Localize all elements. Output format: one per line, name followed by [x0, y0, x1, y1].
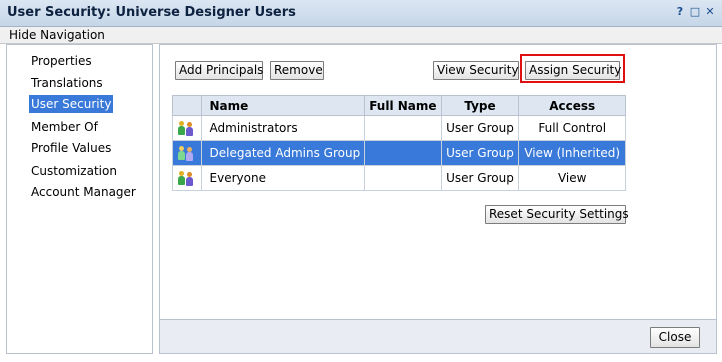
user-group-icon	[172, 140, 202, 166]
maximize-icon[interactable]: □	[689, 5, 701, 18]
cell-access: View	[518, 165, 626, 191]
sidebar-item-translations[interactable]: Translations	[29, 74, 105, 92]
principals-table: Name Full Name Type Access Administrator…	[172, 95, 626, 191]
cell-type: User Group	[440, 165, 520, 191]
column-header-full-name[interactable]: Full Name	[364, 95, 442, 116]
column-header-type[interactable]: Type	[440, 95, 520, 116]
table-header-row: Name Full Name Type Access	[172, 95, 626, 116]
dialog-footer: Close	[160, 319, 716, 353]
help-icon[interactable]: ?	[674, 5, 686, 18]
close-button[interactable]: Close	[650, 327, 700, 348]
cell-full-name	[364, 140, 442, 166]
column-header-access[interactable]: Access	[518, 95, 626, 116]
highlight-box	[520, 54, 625, 83]
sidebar-item-member-of[interactable]: Member Of	[29, 118, 100, 136]
cell-full-name	[364, 165, 442, 191]
user-group-icon	[172, 115, 202, 141]
table-row[interactable]: Delegated Admins Group User Group View (…	[172, 140, 626, 166]
cell-type: User Group	[440, 115, 520, 141]
main-panel: Close	[159, 44, 717, 354]
cell-name: Administrators	[200, 115, 366, 141]
sidebar-item-customization[interactable]: Customization	[29, 162, 119, 180]
sidebar-item-user-security[interactable]: User Security	[29, 95, 114, 113]
cell-name: Delegated Admins Group	[200, 140, 366, 166]
column-header-name[interactable]: Name	[200, 95, 366, 116]
cell-full-name	[364, 115, 442, 141]
user-group-icon	[172, 165, 202, 191]
table-row[interactable]: Everyone User Group View	[172, 165, 626, 191]
add-principals-button[interactable]: Add Principals	[175, 61, 263, 80]
window-title: User Security: Universe Designer Users	[7, 5, 296, 20]
column-header-icon	[172, 95, 202, 116]
cell-access: View (Inherited)	[518, 140, 626, 166]
hide-navigation-link[interactable]: Hide Navigation	[9, 28, 105, 42]
sidebar-item-properties[interactable]: Properties	[29, 52, 94, 70]
cell-type: User Group	[440, 140, 520, 166]
table-row[interactable]: Administrators User Group Full Control	[172, 115, 626, 141]
window-controls: ? □ ✕	[674, 5, 716, 18]
sidebar: Properties Translations User Security Me…	[6, 44, 153, 354]
sidebar-item-profile-values[interactable]: Profile Values	[29, 139, 113, 157]
cell-access: Full Control	[518, 115, 626, 141]
close-window-icon[interactable]: ✕	[704, 5, 716, 18]
sidebar-item-account-manager[interactable]: Account Manager	[29, 183, 138, 201]
remove-button[interactable]: Remove	[270, 61, 324, 80]
reset-security-settings-button[interactable]: Reset Security Settings	[485, 205, 629, 224]
view-security-button[interactable]: View Security	[433, 61, 519, 80]
navigation-toggle-bar: Hide Navigation	[0, 27, 722, 44]
cell-name: Everyone	[200, 165, 366, 191]
window-titlebar: User Security: Universe Designer Users ?…	[0, 0, 722, 27]
